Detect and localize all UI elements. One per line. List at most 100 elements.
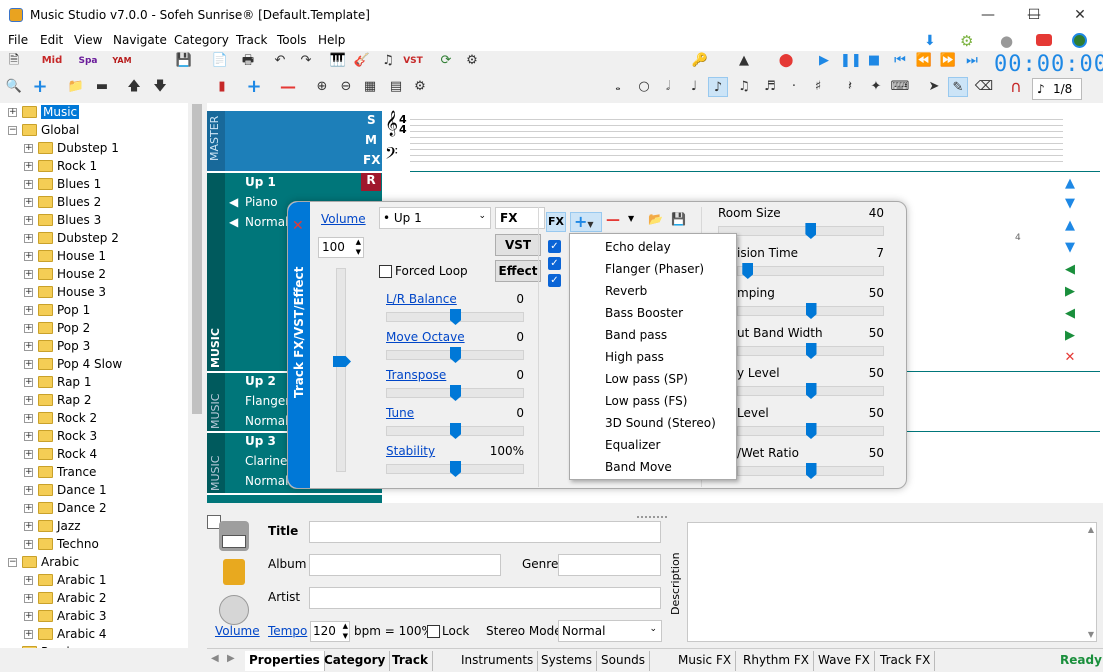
tree-item[interactable]: + House 3	[0, 284, 186, 302]
tree-item[interactable]: − Arabic	[0, 554, 186, 572]
track-color-icon[interactable]: ▮	[212, 77, 232, 97]
title-input[interactable]	[309, 521, 661, 543]
download-icon[interactable]: ⬇	[924, 33, 936, 49]
thirtysecond-note-icon[interactable]: ♬	[760, 77, 780, 97]
stop-icon[interactable]: ■	[864, 51, 884, 71]
remove-dropdown-icon[interactable]: ▼	[628, 214, 634, 223]
expand-icon[interactable]: +	[24, 486, 33, 495]
tree-item[interactable]: + Rock 1	[0, 158, 186, 176]
tree-item[interactable]: + Arabic 1	[0, 572, 186, 590]
menu-item[interactable]: Echo delay	[605, 240, 671, 254]
volume-slider-thumb[interactable]	[333, 356, 351, 367]
expand-icon[interactable]: +	[24, 252, 33, 261]
tree-item[interactable]: + Arabic 4	[0, 626, 186, 644]
remove-fx-button[interactable]: —	[606, 212, 620, 228]
tree-item[interactable]: + Rock 3	[0, 428, 186, 446]
expand-icon[interactable]: +	[24, 612, 33, 621]
volume-up-icon[interactable]: ▲	[356, 238, 361, 246]
tree-item[interactable]: + Blues 3	[0, 212, 186, 230]
settings-icon[interactable]: ⚙	[462, 51, 482, 71]
expand-icon[interactable]: +	[24, 522, 33, 531]
menu-item[interactable]: Low pass (SP)	[605, 372, 688, 386]
param-slider[interactable]	[386, 347, 524, 363]
effect-param-slider-thumb[interactable]	[742, 263, 754, 279]
redo-icon[interactable]: ↷	[296, 51, 316, 71]
record-icon[interactable]: ⬤	[776, 51, 796, 71]
track-up1-record-button[interactable]: R	[361, 173, 381, 191]
tab-scroll-right-icon[interactable]: ▶	[227, 653, 235, 664]
save-fx-icon[interactable]: 💾	[671, 212, 686, 226]
breve-icon[interactable]: ○	[634, 77, 654, 97]
volume-prop-link[interactable]: Volume	[215, 624, 260, 638]
rest-icon[interactable]: 𝄽	[840, 77, 860, 97]
param-link[interactable]: Stability	[386, 444, 435, 458]
tree-item[interactable]: + House 2	[0, 266, 186, 284]
expand-icon[interactable]: +	[24, 324, 33, 333]
track-up3-name[interactable]: Up 3	[245, 434, 276, 448]
param-slider-thumb[interactable]	[450, 461, 461, 477]
tree-item[interactable]: + Dance 2	[0, 500, 186, 518]
expand-icon[interactable]: +	[24, 180, 33, 189]
undo-icon[interactable]: ↶	[270, 51, 290, 71]
scroll-top-icon[interactable]: ▲	[1062, 177, 1078, 191]
key-icon[interactable]: 🔑	[690, 51, 710, 71]
expand-icon[interactable]: +	[24, 360, 33, 369]
stereo-mode-select[interactable]: Normal ⌄	[558, 620, 662, 642]
dot-icon[interactable]: ·	[784, 77, 804, 97]
fx-item-checkbox[interactable]: ✓	[548, 274, 561, 287]
move-down-icon[interactable]: 🡇	[150, 77, 170, 97]
param-slider[interactable]	[386, 423, 524, 439]
tree-item[interactable]: + Music	[0, 104, 186, 122]
track-hscrollbar[interactable]	[207, 503, 1103, 515]
lock-checkbox[interactable]	[427, 625, 440, 638]
tree-item[interactable]: + Arabic 3	[0, 608, 186, 626]
apple-icon[interactable]: ●	[1000, 32, 1013, 50]
volume-down-icon[interactable]: ▼	[356, 248, 361, 256]
scroll-down-icon[interactable]: ▼	[1088, 630, 1094, 639]
folder-add-icon[interactable]: 📁	[66, 77, 86, 97]
tree-scrollbar-thumb[interactable]	[192, 104, 202, 414]
tempo-link[interactable]: Tempo	[268, 624, 307, 638]
artist-input[interactable]	[309, 587, 661, 609]
close-panel-icon[interactable]: ✕	[292, 218, 304, 234]
album-input[interactable]	[309, 554, 501, 576]
tab-systems[interactable]: Systems	[537, 651, 597, 671]
youtube-icon[interactable]	[1036, 34, 1052, 46]
effect-button[interactable]: Effect	[495, 260, 541, 282]
menu-item[interactable]: Band Move	[605, 460, 672, 474]
expand-icon[interactable]: +	[8, 108, 17, 117]
add-track-icon[interactable]: +	[244, 77, 264, 97]
tree-item[interactable]: − Global	[0, 122, 186, 140]
sixteenth-note-icon[interactable]: ♫	[734, 77, 754, 97]
track-up2-name[interactable]: Up 2	[245, 374, 276, 388]
tree-item[interactable]: + Dubstep 1	[0, 140, 186, 158]
rewind-icon[interactable]: ⏪	[914, 51, 934, 71]
play-icon[interactable]: ▶	[814, 51, 834, 71]
param-link[interactable]: Tune	[386, 406, 414, 420]
options-icon[interactable]: ⚙	[410, 77, 430, 97]
tree-item[interactable]: + House 1	[0, 248, 186, 266]
move-last-icon[interactable]: ▶	[1062, 329, 1078, 343]
tree-item[interactable]: + Rap 2	[0, 392, 186, 410]
expand-icon[interactable]: +	[24, 342, 33, 351]
param-slider[interactable]	[386, 309, 524, 325]
tree-item[interactable]: + Blues 1	[0, 176, 186, 194]
param-link[interactable]: L/R Balance	[386, 292, 457, 306]
note-add-icon[interactable]: ♫	[378, 51, 398, 71]
tab-sounds[interactable]: Sounds	[597, 651, 651, 671]
tab-track-fx[interactable]: Track FX	[876, 651, 936, 671]
param-slider-thumb[interactable]	[450, 347, 461, 363]
menu-view[interactable]: View	[74, 33, 102, 47]
tempo-spinner[interactable]: 120 ▲ ▼	[310, 621, 350, 642]
tab-instruments[interactable]: Instruments	[457, 651, 539, 671]
volume-spinner[interactable]: 100 ▲ ▼	[318, 237, 364, 258]
globe-icon[interactable]	[1072, 33, 1087, 48]
forced-loop-checkbox[interactable]	[379, 265, 392, 278]
tree-item[interactable]: + Rock 2	[0, 410, 186, 428]
effect-param-slider-thumb[interactable]	[805, 303, 817, 319]
param-slider-thumb[interactable]	[450, 423, 461, 439]
expand-icon[interactable]: +	[24, 540, 33, 549]
tab-track[interactable]: Track	[388, 651, 433, 671]
expand-icon[interactable]: +	[24, 234, 33, 243]
tree-item[interactable]: + Jazz	[0, 518, 186, 536]
